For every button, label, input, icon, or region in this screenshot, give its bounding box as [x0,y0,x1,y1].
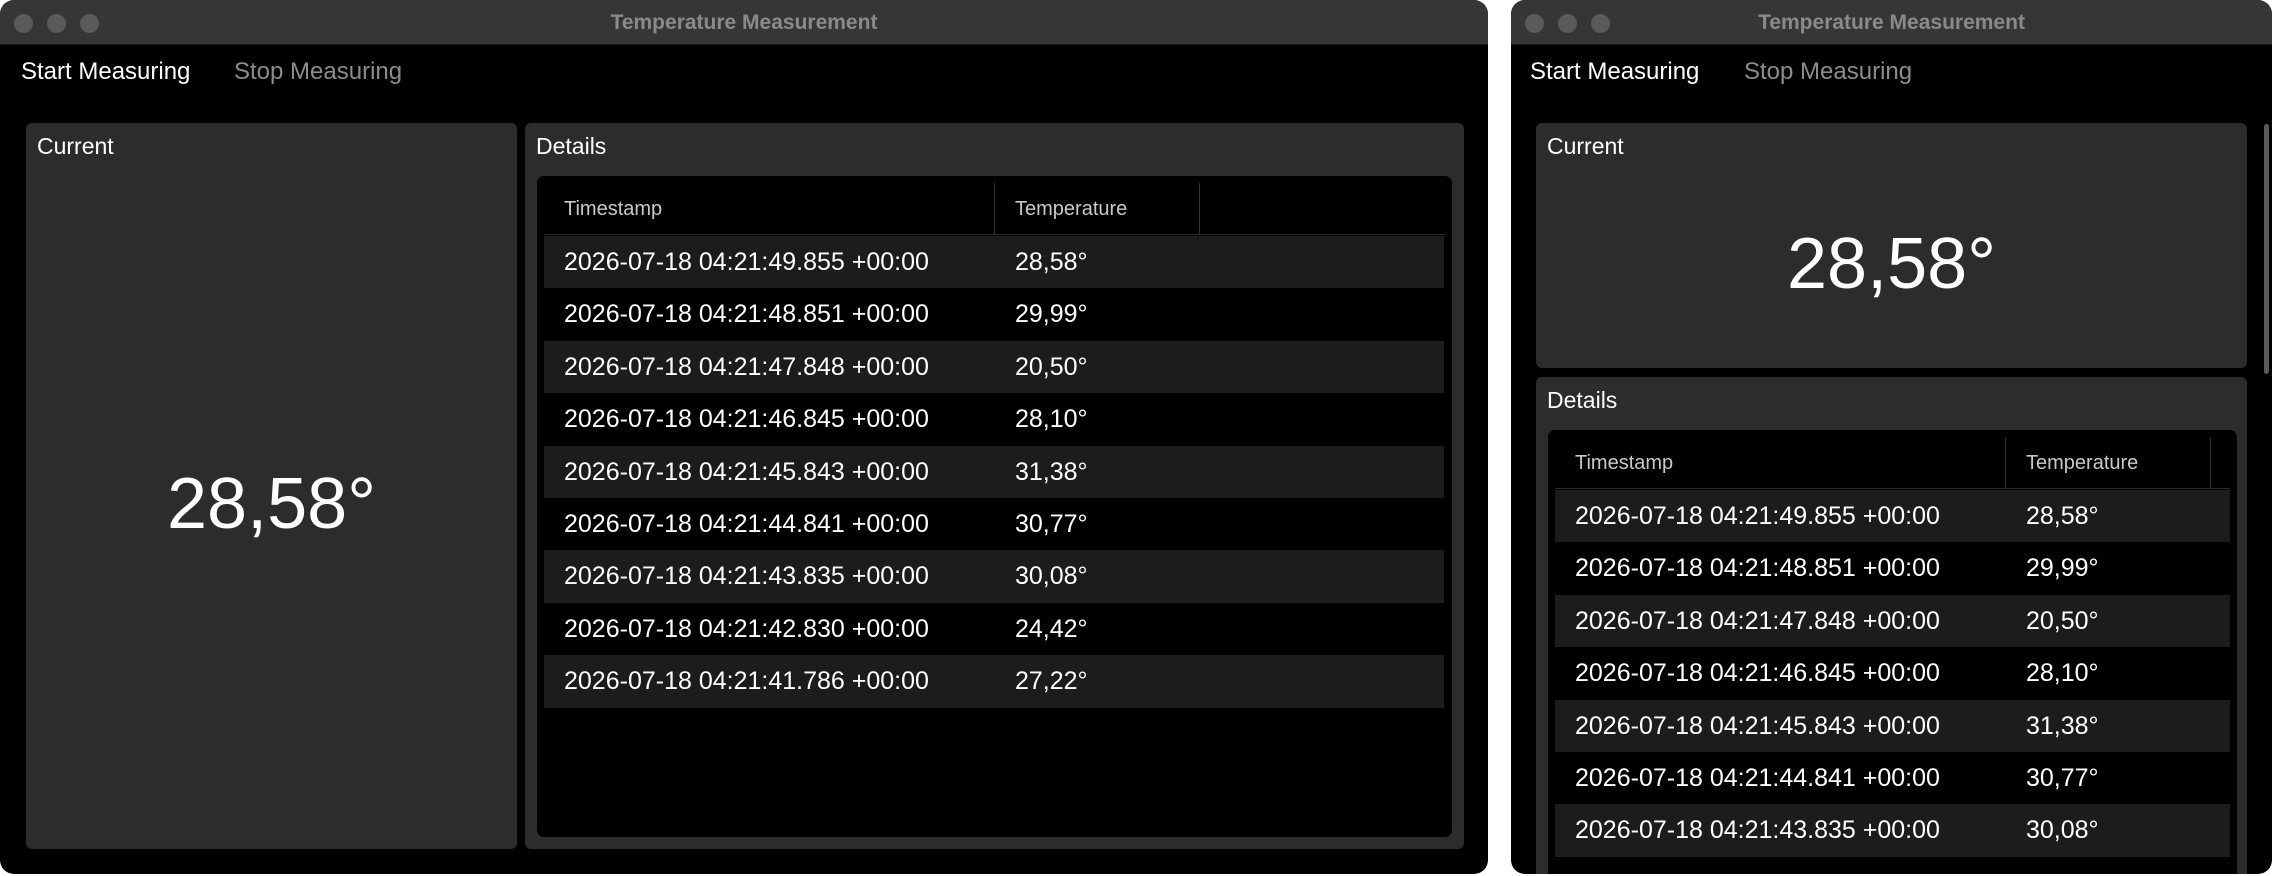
temperature-cell: 30,77° [2026,763,2099,792]
timestamp-cell: 2026-07-18 04:21:48.851 +00:00 [1575,554,1940,583]
start-measuring-button[interactable]: Start Measuring [1530,58,1699,86]
table-row[interactable]: 2026-07-18 04:21:44.841 +00:00 30,77° [1555,752,2230,804]
timestamp-cell: 2026-07-18 04:21:47.848 +00:00 [564,352,929,381]
table-row[interactable]: 2026-07-18 04:21:47.848 +00:00 20,50° [1555,594,2230,648]
temperature-cell: 20,50° [1015,352,1088,381]
table-row[interactable]: 2026-07-18 04:21:45.843 +00:00 31,38° [544,445,1444,498]
current-temperature-value: 28,58° [167,464,376,544]
table-row[interactable]: 2026-07-18 04:21:43.835 +00:00 30,08° [544,550,1444,603]
vertical-scrollbar[interactable] [2264,124,2269,374]
temperature-cell: 20,50° [2026,606,2099,635]
temperature-cell: 28,10° [2026,659,2099,688]
table-row[interactable]: 2026-07-18 04:21:42.830 +00:00 24,42° [544,603,1444,655]
title-bar[interactable]: Temperature Measurement [0,0,1488,45]
timestamp-cell: 2026-07-18 04:21:45.843 +00:00 [1575,711,1940,740]
stop-measuring-button[interactable]: Stop Measuring [1744,58,1912,86]
timestamp-cell: 2026-07-18 04:21:46.845 +00:00 [1575,659,1940,688]
table-row[interactable]: 2026-07-18 04:21:48.851 +00:00 29,99° [1555,542,2230,594]
table-row[interactable]: 2026-07-18 04:21:47.848 +00:00 20,50° [544,340,1444,394]
timestamp-cell: 2026-07-18 04:21:45.843 +00:00 [564,457,929,486]
timestamp-cell: 2026-07-18 04:21:48.851 +00:00 [564,300,929,329]
table-row[interactable]: 2026-07-18 04:21:49.855 +00:00 28,58° [544,236,1444,289]
window-title: Temperature Measurement [610,11,878,34]
table-row[interactable]: 2026-07-18 04:21:45.843 +00:00 31,38° [1555,699,2230,752]
temperature-cell: 28,58° [1015,248,1088,276]
temperature-cell: 29,99° [1015,300,1088,329]
details-table[interactable]: Timestamp Temperature 2026-07-18 04:21:4… [537,176,1452,837]
timestamp-cell: 2026-07-18 04:21:46.845 +00:00 [564,405,929,434]
current-panel: Current 28,58° [1536,123,2247,368]
details-table[interactable]: Timestamp Temperature 2026-07-18 04:21:4… [1548,430,2237,874]
temperature-cell: 28,58° [2026,502,2099,530]
title-bar[interactable]: Temperature Measurement [1511,0,2272,45]
temperature-cell: 30,08° [2026,816,2099,845]
temperature-cell: 30,08° [1015,562,1088,591]
table-row[interactable]: 2026-07-18 04:21:46.845 +00:00 28,10° [544,393,1444,445]
table-row[interactable]: 2026-07-18 04:21:41.786 +00:00 27,22° [544,655,1444,708]
start-measuring-button[interactable]: Start Measuring [21,58,190,86]
table-row[interactable]: 2026-07-18 04:21:49.855 +00:00 28,58° [1555,490,2230,543]
timestamp-cell: 2026-07-18 04:21:49.855 +00:00 [564,248,929,276]
menu-bar: Start Measuring Stop Measuring [0,46,1488,96]
details-panel-title: Details [1547,387,1618,413]
stop-measuring-button[interactable]: Stop Measuring [234,58,402,86]
column-header-temperature[interactable]: Temperature [2006,437,2211,489]
current-panel-title: Current [37,133,114,159]
menu-bar: Start Measuring Stop Measuring [1511,46,2272,96]
current-panel: Current 28,58° [26,123,517,849]
table-body: 2026-07-18 04:21:49.855 +00:00 28,58° 2026… [544,236,1444,708]
timestamp-cell: 2026-07-18 04:21:43.835 +00:00 [564,562,929,591]
timestamp-cell: 2026-07-18 04:21:49.855 +00:00 [1575,502,1940,530]
table-row[interactable]: 2026-07-18 04:21:43.835 +00:00 30,08° [1555,804,2230,857]
table-row[interactable]: 2026-07-18 04:21:46.845 +00:00 28,10° [1555,647,2230,699]
temperature-cell: 29,99° [2026,554,2099,583]
temperature-cell: 27,22° [1015,667,1088,696]
window-title: Temperature Measurement [1758,11,2025,34]
table-body: 2026-07-18 04:21:49.855 +00:00 28,58° 2026… [1555,490,2230,857]
details-panel: Details Timestamp Temperature 2026-07-18… [525,123,1464,849]
table-row[interactable]: 2026-07-18 04:21:44.841 +00:00 30,77° [544,498,1444,550]
temperature-cell: 31,38° [2026,711,2099,740]
table-row[interactable]: 2026-07-18 04:21:48.851 +00:00 29,99° [544,288,1444,340]
current-temperature-value: 28,58° [1787,224,1996,304]
timestamp-cell: 2026-07-18 04:21:44.841 +00:00 [564,509,929,538]
details-panel-title: Details [536,133,607,159]
column-header-timestamp[interactable]: Timestamp [544,183,995,235]
timestamp-cell: 2026-07-18 04:21:44.841 +00:00 [1575,763,1940,792]
current-panel-title: Current [1547,133,1624,159]
temperature-cell: 24,42° [1015,614,1088,643]
app-window-wide: Temperature Measurement Start Measuring … [0,0,1488,874]
timestamp-cell: 2026-07-18 04:21:42.830 +00:00 [564,614,929,643]
app-window-narrow: Temperature Measurement Start Measuring … [1511,0,2272,874]
details-panel: Details Timestamp Temperature 2026-07-18… [1536,377,2247,874]
table-header: Timestamp Temperature [1555,437,2230,489]
column-header-timestamp[interactable]: Timestamp [1555,437,2006,489]
temperature-cell: 31,38° [1015,457,1088,486]
timestamp-cell: 2026-07-18 04:21:47.848 +00:00 [1575,606,1940,635]
timestamp-cell: 2026-07-18 04:21:43.835 +00:00 [1575,816,1940,845]
temperature-cell: 30,77° [1015,509,1088,538]
table-header: Timestamp Temperature [544,183,1445,235]
column-header-temperature[interactable]: Temperature [995,183,1200,235]
temperature-cell: 28,10° [1015,405,1088,434]
timestamp-cell: 2026-07-18 04:21:41.786 +00:00 [564,667,929,696]
